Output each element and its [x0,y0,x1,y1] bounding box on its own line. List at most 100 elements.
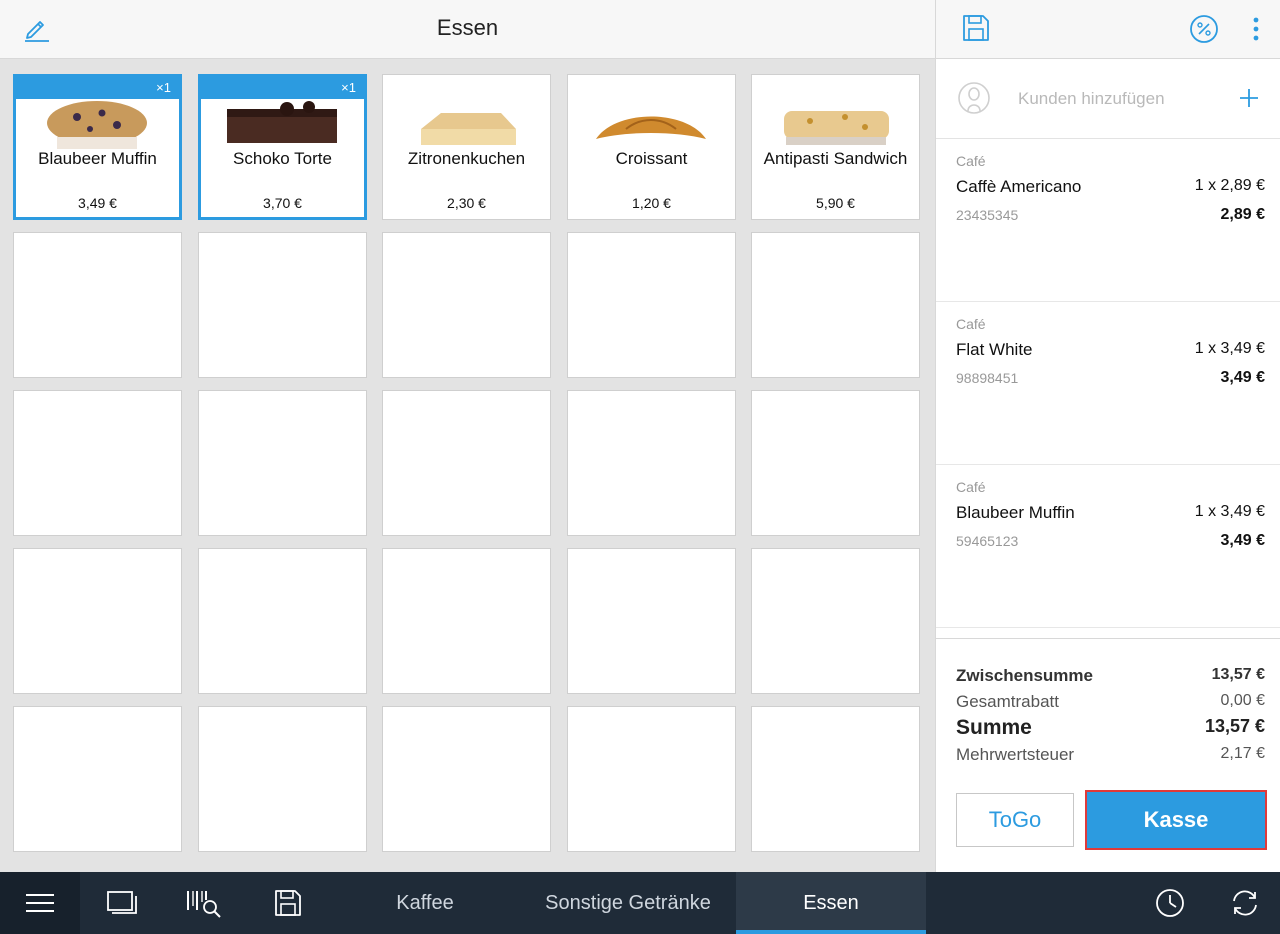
product-name: Blaubeer Muffin [38,149,157,168]
item-quantity-price: 1 x 3,49 € [1194,503,1265,520]
plus-icon [1240,89,1258,107]
item-sku: 23435345 [956,207,1019,223]
product-tile[interactable]: ×1 Schoko Torte 3,70 € [198,74,367,220]
product-price: 1,20 € [632,195,671,211]
tab-sonstige-getraenke[interactable]: Sonstige Getränke [525,872,731,934]
empty-product-slot[interactable] [198,548,367,694]
item-category: Café [956,153,986,169]
empty-product-slot[interactable] [13,706,182,852]
product-name: Zitronenkuchen [407,149,526,168]
clock-icon [1156,889,1184,917]
item-name: Blaubeer Muffin [956,503,1075,522]
empty-product-slot[interactable] [751,232,920,378]
save-icon [275,890,301,916]
sync-icon [1233,890,1257,916]
discount-row: Gesamtrabatt 0,00 € [956,692,1265,712]
hamburger-icon [26,894,54,912]
percent-icon [1190,15,1218,43]
item-quantity-price: 1 x 3,49 € [1194,340,1265,357]
bottom-navigation: Kaffee Sonstige Getränke Essen [0,872,1280,934]
item-category: Café [956,316,986,332]
sync-button[interactable] [1226,886,1264,920]
tab-essen[interactable]: Essen [736,872,926,934]
item-total: 3,49 € [1220,369,1265,386]
history-button[interactable] [1152,886,1188,920]
product-name: Croissant [615,149,688,168]
kebab-menu-icon [1253,17,1259,41]
save-order-button[interactable] [958,10,994,46]
empty-product-slot[interactable] [567,390,736,536]
product-grid: ×1 Blaubeer Muffin 3,49 € ×1 Schoko Torte 3,7… [0,59,935,872]
cake-image [217,99,347,149]
empty-product-slot[interactable] [751,390,920,536]
cart-line-item[interactable]: Café Blaubeer Muffin 1 x 3,49 € 59465123 3,4… [936,465,1280,628]
empty-product-slot[interactable] [751,706,920,852]
discount-button[interactable] [1186,11,1222,47]
checkout-button[interactable]: Kasse [1085,790,1267,850]
product-tile[interactable]: ×1 Blaubeer Muffin 3,49 € [13,74,182,220]
empty-product-slot[interactable] [567,232,736,378]
empty-product-slot[interactable] [382,706,551,852]
screens-icon [107,891,137,914]
pencil-icon [25,21,49,42]
item-name: Flat White [956,340,1033,359]
add-customer-button[interactable] [1234,83,1264,113]
total-label: Summe [956,716,1032,739]
empty-product-slot[interactable] [567,706,736,852]
tab-kaffee[interactable]: Kaffee [335,872,515,934]
discount-value: 0,00 € [1220,692,1265,709]
item-sku: 59465123 [956,533,1019,549]
tables-button[interactable] [102,886,142,920]
subtotal-value: 13,57 € [1211,666,1265,683]
product-name: Schoko Torte [233,149,332,168]
total-value: 13,57 € [1204,716,1265,736]
empty-product-slot[interactable] [382,548,551,694]
add-customer-row[interactable]: Kunden hinzufügen [936,59,1280,139]
product-tile[interactable]: Antipasti Sandwich 5,90 € [751,74,920,220]
item-quantity-price: 1 x 2,89 € [1194,177,1265,194]
empty-product-slot[interactable] [198,390,367,536]
more-options-button[interactable] [1244,12,1268,46]
discount-label: Gesamtrabatt [956,692,1059,711]
cart-line-item[interactable]: Café Caffè Americano 1 x 2,89 € 23435345 2,8… [936,139,1280,302]
empty-product-slot[interactable] [198,706,367,852]
product-price: 5,90 € [816,195,855,211]
cart-line-item[interactable]: Café Flat White 1 x 3,49 € 98898451 3,49 € [936,302,1280,465]
product-price: 3,49 € [78,195,117,211]
empty-product-slot[interactable] [13,548,182,694]
save-icon [963,15,989,41]
empty-product-slot[interactable] [13,390,182,536]
croissant-image [586,99,716,149]
order-summary: Zwischensumme 13,57 € Gesamtrabatt 0,00 … [936,638,1280,872]
lemon-cake-image [401,99,531,149]
tax-label: Mehrwertsteuer [956,745,1075,764]
item-total: 3,49 € [1220,532,1265,549]
item-sku: 98898451 [956,370,1019,386]
togo-button[interactable]: ToGo [956,793,1074,847]
empty-product-slot[interactable] [751,548,920,694]
empty-product-slot[interactable] [198,232,367,378]
product-name: Antipasti Sandwich [763,149,908,168]
page-title: Essen [436,15,499,40]
muffin-image [32,99,162,149]
subtotal-row: Zwischensumme 13,57 € [956,666,1265,686]
product-tile[interactable]: Croissant 1,20 € [567,74,736,220]
product-search-button[interactable] [184,886,224,920]
tax-value: 2,17 € [1220,745,1265,762]
total-row: Summe 13,57 € [956,716,1265,740]
menu-button[interactable] [0,872,80,934]
empty-product-slot[interactable] [382,232,551,378]
user-icon [958,82,990,114]
empty-product-slot[interactable] [567,548,736,694]
quantity-badge: ×1 [16,77,179,99]
product-tile[interactable]: Zitronenkuchen 2,30 € [382,74,551,220]
item-name: Caffè Americano [956,177,1082,196]
empty-product-slot[interactable] [382,390,551,536]
tax-row: Mehrwertsteuer 2,17 € [956,745,1265,765]
cart-panel: Kunden hinzufügen Café Caffè Americano 1 x… [935,0,1280,872]
edit-button[interactable] [18,12,54,46]
item-category: Café [956,479,986,495]
empty-product-slot[interactable] [13,232,182,378]
sandwich-image [770,99,900,149]
saved-orders-button[interactable] [268,886,308,920]
